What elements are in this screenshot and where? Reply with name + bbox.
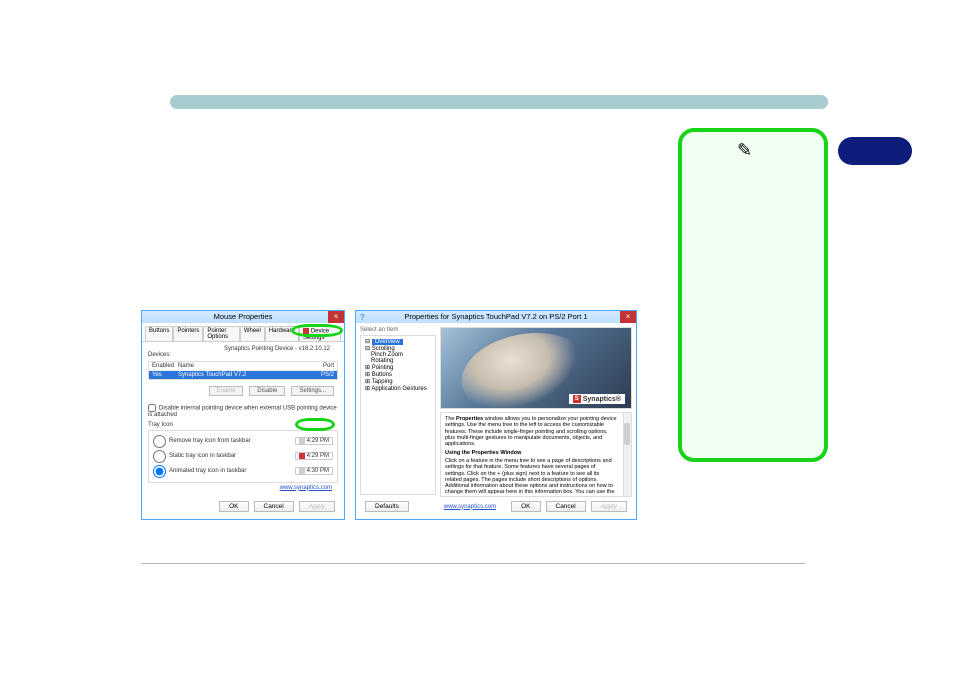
blue-pill-button[interactable]	[838, 137, 912, 165]
radio-animated-label: Animated tray icon in taskbar	[169, 468, 246, 474]
close-icon[interactable]: ×	[620, 311, 636, 323]
col-name: Name	[178, 363, 323, 369]
tray-row-static: Static tray icon in taskbar 4:29 PM	[153, 449, 333, 464]
radio-remove[interactable]	[153, 435, 166, 448]
tray-row-animated: Animated tray icon in taskbar 4:30 PM	[153, 464, 333, 479]
col-enabled: Enabled	[152, 363, 178, 369]
disable-external-checkbox[interactable]	[148, 404, 156, 412]
tree-appgest[interactable]: ⊞ Application Gestures	[363, 385, 433, 392]
preview-column: SSynaptics® The Properties The Propertie…	[440, 327, 632, 497]
titlebar: Mouse Properties ×	[142, 311, 344, 323]
tab-hardware[interactable]: Hardware	[265, 326, 299, 341]
radio-remove-label: Remove tray icon from taskbar	[169, 438, 251, 444]
cancel-button[interactable]: Cancel	[546, 501, 586, 512]
synaptics-logo: SSynaptics®	[569, 394, 625, 404]
devices-label: Devices:	[148, 352, 338, 358]
top-decorative-bar	[170, 95, 828, 109]
help-icon[interactable]: ?	[360, 312, 364, 324]
radio-static[interactable]	[153, 450, 166, 463]
tab-row: Buttons Pointers Pointer Options Wheel H…	[142, 323, 344, 342]
tab-pointers[interactable]: Pointers	[173, 326, 203, 341]
desc-header: Using the Properties Window	[445, 450, 627, 456]
ok-button[interactable]: OK	[511, 501, 540, 512]
tree-overview[interactable]: ⊟ Overview	[363, 338, 433, 345]
tree-tapping[interactable]: ⊞ Tapping	[363, 378, 433, 385]
dialog-button-row: Defaults www.synaptics.com OK Cancel App…	[359, 497, 633, 516]
sidebar-highlight-box: ✎	[678, 128, 828, 462]
dev-name: Synaptics TouchPad V7.2	[178, 372, 321, 378]
tree-wrap: Select an Item ⊟ Overview ⊟ Scrolling Pi…	[360, 327, 436, 497]
dialog-content: Synaptics Pointing Device - v16.2.10.12 …	[142, 342, 344, 497]
tree-pointing[interactable]: ⊞ Pointing	[363, 364, 433, 371]
synaptics-link[interactable]: www.synaptics.com	[280, 485, 332, 491]
select-item-label: Select an Item	[360, 327, 436, 335]
tab-device-settings[interactable]: Device Settings	[299, 326, 341, 341]
dialog-body: Select an Item ⊟ Overview ⊟ Scrolling Pi…	[356, 323, 636, 501]
pencil-icon: ✎	[737, 140, 752, 161]
footer-rule	[141, 563, 805, 564]
clock-icon	[299, 468, 305, 474]
mouse-properties-dialog: Mouse Properties × Buttons Pointers Poin…	[141, 310, 345, 520]
close-icon[interactable]: ×	[328, 311, 344, 323]
disable-external-label: Disable internal pointing device when ex…	[148, 405, 337, 417]
time-static: 4:29 PM	[295, 452, 333, 460]
dialog-button-row: OK Cancel Apply	[145, 497, 341, 516]
scrollbar-thumb[interactable]	[624, 423, 630, 445]
devices-list[interactable]: Enabled Name Port Yes Synaptics TouchPad…	[148, 361, 338, 380]
defaults-button[interactable]: Defaults	[365, 501, 409, 512]
tree-pane[interactable]: ⊟ Overview ⊟ Scrolling Pinch Zoom Rotati…	[360, 335, 436, 495]
desc-intro: The Properties The Properties window all…	[445, 416, 627, 448]
apply-button: Apply	[299, 501, 335, 512]
dev-port: PS/2	[321, 372, 334, 378]
radio-animated[interactable]	[153, 465, 166, 478]
devices-header: Enabled Name Port	[149, 362, 337, 371]
clock-icon	[299, 438, 305, 444]
device-row-selected[interactable]: Yes Synaptics TouchPad V7.2 PS/2	[149, 371, 337, 379]
tab-wheel[interactable]: Wheel	[240, 326, 265, 341]
ok-button[interactable]: OK	[219, 501, 248, 512]
apply-button: Apply	[591, 501, 627, 512]
settings-button[interactable]: Settings...	[291, 386, 334, 396]
radio-static-label: Static tray icon in taskbar	[169, 453, 236, 459]
tray-icon-box: Remove tray icon from taskbar 4:29 PM St…	[148, 430, 338, 483]
time-animated: 4:30 PM	[295, 467, 333, 475]
disable-external-checkbox-row[interactable]: Disable internal pointing device when ex…	[148, 402, 338, 420]
tab-buttons[interactable]: Buttons	[145, 326, 173, 341]
time-remove: 4:29 PM	[295, 437, 333, 445]
tray-row-remove: Remove tray icon from taskbar 4:29 PM	[153, 434, 333, 449]
link-row: www.synaptics.com	[148, 483, 338, 493]
tab-pointer-options[interactable]: Pointer Options	[203, 326, 239, 341]
desc-body: Click on a feature in the menu tree to s…	[445, 458, 627, 497]
synaptics-properties-dialog: ? Properties for Synaptics TouchPad V7.2…	[355, 310, 637, 520]
tree-buttons[interactable]: ⊞ Buttons	[363, 371, 433, 378]
enable-button: Enable	[209, 386, 244, 396]
dev-enabled: Yes	[152, 372, 178, 378]
tree-scrolling[interactable]: ⊟ Scrolling	[363, 345, 433, 352]
titlebar: ? Properties for Synaptics TouchPad V7.2…	[356, 311, 636, 323]
dialog-title: Properties for Synaptics TouchPad V7.2 o…	[404, 312, 587, 321]
tray-icon-label: Tray Icon	[148, 422, 338, 428]
cancel-button[interactable]: Cancel	[254, 501, 294, 512]
red-tray-icon	[299, 453, 305, 459]
col-port: Port	[323, 363, 334, 369]
description-box: The Properties The Properties window all…	[440, 412, 632, 497]
synaptics-link[interactable]: www.synaptics.com	[444, 504, 496, 510]
dialog-title: Mouse Properties	[214, 312, 273, 321]
preview-image: SSynaptics®	[440, 327, 632, 409]
disable-button[interactable]: Disable	[249, 386, 285, 396]
